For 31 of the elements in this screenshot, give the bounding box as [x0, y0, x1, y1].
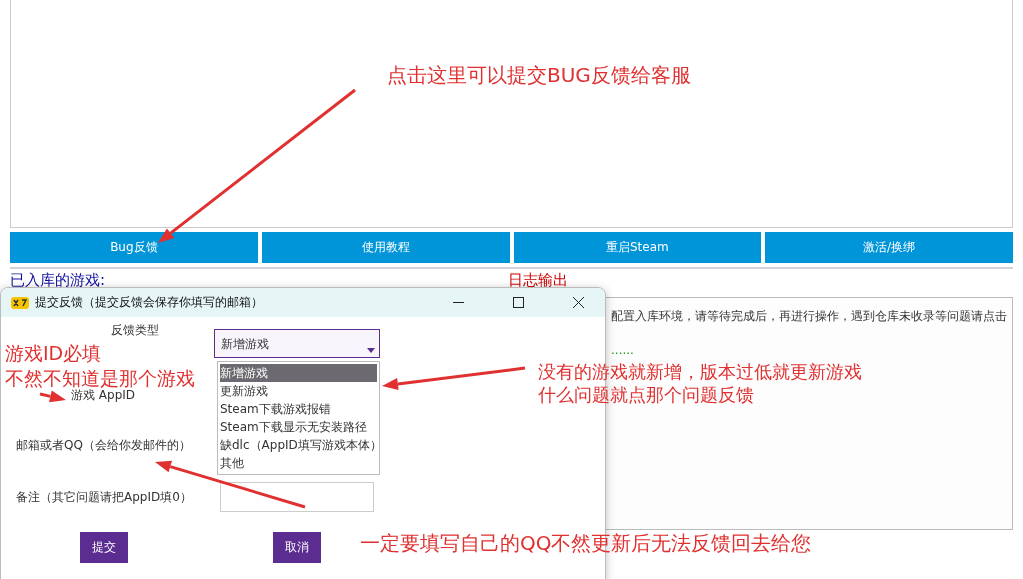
log-line: 配置入库环境，请等待完成后，再进行操作，遇到仓库未收录等问题请点击 — [611, 308, 1008, 325]
annotation-text: 游戏ID必填 — [5, 341, 103, 366]
annotation-arrow — [39, 390, 66, 403]
annotation-text: 不然不知道是那个游戏 — [5, 365, 195, 389]
log-line: ...... — [611, 343, 635, 357]
dropdown-option[interactable]: 其他 — [220, 454, 377, 472]
annotation-text: 没有的游戏就新增，版本过低就更新游戏 — [538, 360, 862, 384]
app-logo-icon — [11, 296, 29, 309]
dropdown-option[interactable]: 新增游戏 — [220, 364, 377, 382]
annotation-text: 点击这里可以提交BUG反馈给客服 — [387, 62, 691, 88]
appid-label: 游戏 AppID — [71, 388, 136, 404]
dropdown-option[interactable]: Steam下载显示无安装路径 — [220, 418, 377, 436]
cancel-button[interactable]: 取消 — [273, 532, 321, 563]
maximize-icon[interactable] — [512, 297, 524, 308]
note-field[interactable] — [220, 482, 374, 512]
annotation-text: 什么问题就点那个问题反馈 — [538, 383, 755, 407]
dropdown-option[interactable]: Steam下载游戏报错 — [220, 400, 377, 418]
games-label: 已入库的游戏: — [10, 271, 107, 290]
email-label: 邮箱或者QQ（会给你发邮件的） — [16, 437, 191, 454]
log-label: 日志输出 — [508, 271, 568, 290]
annotation-text: 一定要填写自己的QQ不然更新后无法反馈回去给您 — [360, 530, 812, 556]
submit-button[interactable]: 提交 — [80, 532, 128, 563]
feedback-type-select[interactable]: 新增游戏 — [214, 329, 380, 358]
dropdown-option[interactable]: 缺dlc（AppID填写游戏本体） — [220, 436, 377, 454]
dropdown-option[interactable]: 更新游戏 — [220, 382, 377, 400]
note-label: 备注（其它问题请把AppID填0） — [16, 489, 192, 506]
feedback-type-label: 反馈类型 — [111, 322, 159, 339]
dialog-title: 提交反馈（提交反馈会保存你填写的邮箱） — [35, 294, 264, 311]
caret-icon — [367, 348, 375, 353]
close-icon[interactable] — [572, 297, 584, 308]
minimize-icon[interactable] — [452, 302, 464, 303]
